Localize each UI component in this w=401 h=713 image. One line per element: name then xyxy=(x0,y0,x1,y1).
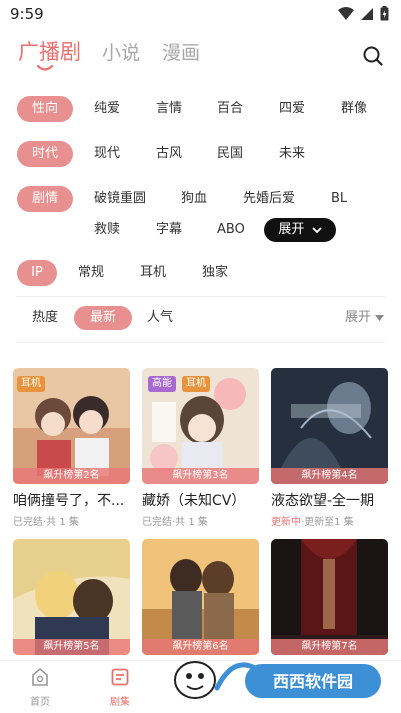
card-title: 咱俩撞号了，不... xyxy=(13,493,125,509)
wifi-icon xyxy=(338,6,354,20)
cover-image: 高能 耳机 飙升榜第3名 xyxy=(142,368,259,484)
sort-option-popular[interactable]: 人气 xyxy=(147,306,173,330)
cover-art xyxy=(13,539,130,655)
rank-label: 飙升榜第3名 xyxy=(142,468,259,484)
cover-art xyxy=(271,368,388,484)
signal-icon xyxy=(361,7,373,20)
filter-option[interactable]: 四爱 xyxy=(279,96,305,122)
filter-option[interactable]: 纯爱 xyxy=(94,96,120,122)
filter-option[interactable]: 先婚后爱 xyxy=(243,186,295,212)
watermark-logo: 西西软件园 xyxy=(174,661,381,699)
cover-image: 飙升榜第4名 xyxy=(271,368,388,484)
filter-option[interactable]: 古风 xyxy=(156,141,182,167)
tab-comic[interactable]: 漫画 xyxy=(162,38,200,65)
rank-label: 飙升榜第4名 xyxy=(271,468,388,484)
drama-card[interactable]: 高能 耳机 飙升榜第3名 藏娇（未知CV） 已完结·共 1 集 xyxy=(142,368,259,528)
filter-category-plot[interactable]: 剧情 xyxy=(17,186,73,212)
filter-option[interactable]: 民国 xyxy=(217,141,243,167)
filter-option[interactable]: 现代 xyxy=(94,141,120,167)
drama-card[interactable]: 飙升榜第7名 xyxy=(271,539,388,655)
sort-expand-label: 展开 xyxy=(345,310,372,325)
filter-option[interactable]: 百合 xyxy=(217,96,243,122)
card-episodes: ·更新至1 集 xyxy=(301,517,354,528)
triangle-down-icon xyxy=(375,314,385,321)
filter-category-era[interactable]: 时代 xyxy=(17,141,73,167)
cover-image: 耳机 飙升榜第2名 xyxy=(13,368,130,484)
drama-card[interactable]: 飙升榜第4名 液态欲望-全一期 更新中·更新至1 集 xyxy=(271,368,388,528)
chevron-down-icon xyxy=(311,226,322,233)
drama-card[interactable]: 飙升榜第5名 xyxy=(13,539,130,655)
status-bar: 9:59 xyxy=(0,0,401,30)
sort-row: 热度 最新 人气 展开 xyxy=(0,306,401,332)
filter-option[interactable]: 独家 xyxy=(202,260,228,286)
nav-home[interactable]: 首页 xyxy=(10,667,70,708)
card-meta: 已完结·共 1 集 xyxy=(142,513,259,528)
status-icons xyxy=(338,6,389,21)
filter-row-orientation: 性向 纯爱 言情 百合 四爱 群像 xyxy=(0,96,401,122)
filter-option[interactable]: 群像 xyxy=(341,96,367,122)
sort-expand-button[interactable]: 展开 xyxy=(345,306,385,330)
cover-image: 飙升榜第5名 xyxy=(13,539,130,655)
drama-card[interactable]: 耳机 飙升榜第2名 咱俩撞号了，不... 已完结·共 1 集 xyxy=(13,368,130,528)
search-icon[interactable] xyxy=(362,45,384,67)
card-title: 液态欲望-全一期 xyxy=(271,493,375,509)
filter-category-ip[interactable]: IP xyxy=(17,260,57,286)
tab-novel[interactable]: 小说 xyxy=(102,38,140,65)
battery-icon xyxy=(380,6,389,21)
tab-radio-drama[interactable]: 广播剧 xyxy=(18,36,81,66)
card-status: 已完结 xyxy=(13,517,43,528)
filter-option[interactable]: 破镜重圆 xyxy=(94,186,146,212)
card-meta: 已完结·共 1 集 xyxy=(13,513,130,528)
badge-headphone: 耳机 xyxy=(182,376,210,392)
card-status: 已完结 xyxy=(142,517,172,528)
active-tab-indicator xyxy=(36,64,54,71)
sort-option-hot[interactable]: 热度 xyxy=(32,306,58,330)
drama-icon xyxy=(111,668,129,686)
card-status: 更新中 xyxy=(271,517,301,528)
drama-card[interactable]: 飙升榜第6名 xyxy=(142,539,259,655)
filter-option[interactable]: BL xyxy=(331,186,347,212)
card-meta: 更新中·更新至1 集 xyxy=(271,513,388,528)
status-time: 9:59 xyxy=(10,5,44,23)
filter-row-plot-2: 救赎 字幕 ABO 展开 xyxy=(0,217,401,243)
rank-label: 飙升榜第2名 xyxy=(13,468,130,484)
filter-option[interactable]: 耳机 xyxy=(140,260,166,286)
badge-headphone: 耳机 xyxy=(17,376,45,392)
filter-row-ip: IP 常规 耳机 独家 xyxy=(0,260,401,286)
divider xyxy=(16,296,385,297)
filter-category-orientation[interactable]: 性向 xyxy=(17,96,73,122)
filter-option[interactable]: 常规 xyxy=(78,260,104,286)
divider xyxy=(16,342,385,343)
top-tabs: 广播剧 小说 漫画 xyxy=(0,34,401,74)
filter-row-era: 时代 现代 古风 民国 未来 xyxy=(0,141,401,167)
rank-label: 飙升榜第5名 xyxy=(13,639,130,655)
sort-option-latest[interactable]: 最新 xyxy=(74,306,132,330)
filter-option[interactable]: ABO xyxy=(217,217,245,243)
filter-option[interactable]: 救赎 xyxy=(94,217,120,243)
card-episodes: ·共 1 集 xyxy=(172,517,208,528)
svg-text:西西软件园: 西西软件园 xyxy=(273,672,353,691)
cover-art xyxy=(142,539,259,655)
filter-option[interactable]: 言情 xyxy=(156,96,182,122)
filter-row-plot: 剧情 破镜重圆 狗血 先婚后爱 BL xyxy=(0,186,401,212)
filter-option[interactable]: 字幕 xyxy=(156,217,182,243)
card-episodes: ·共 1 集 xyxy=(43,517,79,528)
filter-option[interactable]: 狗血 xyxy=(181,186,207,212)
filter-option[interactable]: 未来 xyxy=(279,141,305,167)
expand-button[interactable]: 展开 xyxy=(264,218,336,242)
nav-drama[interactable]: 剧集 xyxy=(90,667,150,708)
card-title: 藏娇（未知CV） xyxy=(142,493,246,509)
cover-image: 飙升榜第6名 xyxy=(142,539,259,655)
home-icon xyxy=(32,667,48,686)
cover-art xyxy=(271,539,388,655)
nav-drama-label: 剧集 xyxy=(110,697,130,708)
badge-high-energy: 高能 xyxy=(148,376,176,392)
nav-home-label: 首页 xyxy=(30,697,50,708)
cover-image: 飙升榜第7名 xyxy=(271,539,388,655)
expand-label: 展开 xyxy=(278,222,305,237)
